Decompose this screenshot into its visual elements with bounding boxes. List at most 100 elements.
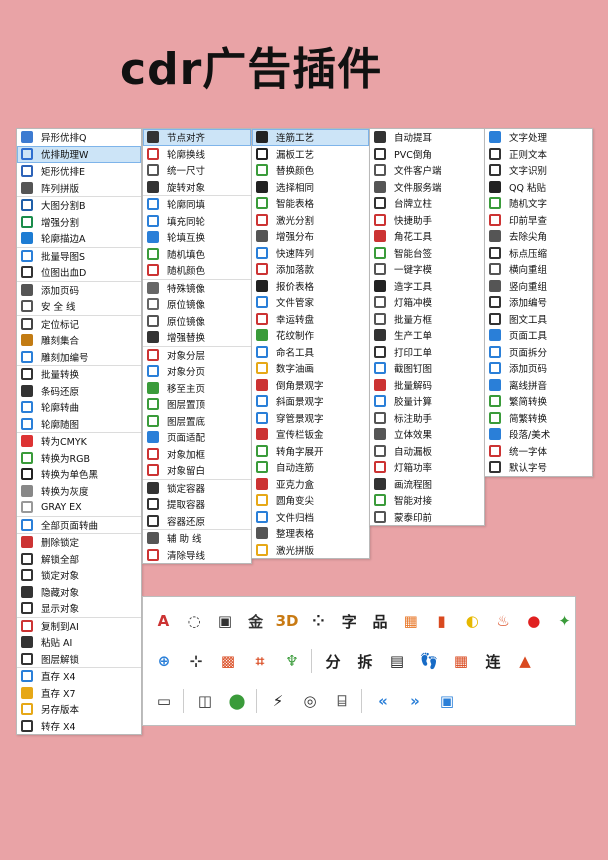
menu-item[interactable]: 造字工具 xyxy=(370,278,484,295)
menu-item[interactable]: 数字油画 xyxy=(252,360,369,377)
menu-item[interactable]: 图层置顶 xyxy=(143,396,251,413)
menu-item[interactable]: 对象留白 xyxy=(143,462,251,480)
menu-item[interactable]: 移至主页 xyxy=(143,380,251,397)
menu-item[interactable]: 正则文本 xyxy=(485,146,592,163)
dice-icon[interactable]: ⁘ xyxy=(308,610,329,632)
menu-item[interactable]: 统一尺寸 xyxy=(143,162,251,179)
menu-item[interactable]: 智能表格 xyxy=(252,195,369,212)
menu-item[interactable]: 自动漏板 xyxy=(370,443,484,460)
menu-item[interactable]: 文件归档 xyxy=(252,509,369,526)
red-grid-icon[interactable]: ▦ xyxy=(450,650,472,672)
menu-item[interactable]: 位图出血D xyxy=(17,264,141,282)
menu-item[interactable]: 特殊镜像 xyxy=(143,280,251,297)
menu-item[interactable]: 节点对齐 xyxy=(143,129,251,146)
menu-item[interactable]: 批量解码 xyxy=(370,377,484,394)
menu-item[interactable]: 激光分割 xyxy=(252,212,369,229)
menu-item[interactable]: 直存 X7 xyxy=(17,685,141,702)
menu-item[interactable]: 报价表格 xyxy=(252,278,369,295)
menu-item[interactable]: 随机填色 xyxy=(143,246,251,263)
menu-item[interactable]: 离线拼音 xyxy=(485,377,592,394)
menu-item[interactable]: 图层解锁 xyxy=(17,651,141,668)
menu-item[interactable]: 花纹制作 xyxy=(252,327,369,344)
menu-item[interactable]: 转存 X4 xyxy=(17,718,141,735)
menu-item[interactable]: 大图分割B xyxy=(17,197,141,214)
menu-item[interactable]: 连筋工艺 xyxy=(252,129,369,146)
menu-item[interactable]: 简繁转换 xyxy=(485,410,592,427)
menu-item[interactable]: 雕刻加编号 xyxy=(17,349,141,366)
balloon-icon[interactable]: ♨ xyxy=(493,610,514,632)
menu-item[interactable]: 定位标记 xyxy=(17,316,141,333)
menu-item[interactable]: 雕刻集合 xyxy=(17,332,141,349)
globe-icon[interactable]: ⊕ xyxy=(153,650,175,672)
ruler-icon[interactable]: ◫ xyxy=(194,690,216,712)
menu-item[interactable]: 异形优排Q xyxy=(17,129,141,146)
menu-item[interactable]: 亚克力盒 xyxy=(252,476,369,493)
barcode-tool-icon[interactable]: ⌸ xyxy=(331,690,353,712)
menu-item[interactable]: 添加编号 xyxy=(485,294,592,311)
menu-item[interactable]: 对象分层 xyxy=(143,347,251,364)
menu-item[interactable]: 智能台签 xyxy=(370,245,484,262)
menu-item[interactable]: 选择相同 xyxy=(252,179,369,196)
menu-item[interactable]: 清除导线 xyxy=(143,547,251,564)
menu-item[interactable]: 对象分页 xyxy=(143,363,251,380)
menu-item[interactable]: 随机文字 xyxy=(485,195,592,212)
plant-icon[interactable]: ♆ xyxy=(281,650,303,672)
comment-icon[interactable]: ▤ xyxy=(386,650,408,672)
red-dot-icon[interactable]: ● xyxy=(523,610,544,632)
menu-item[interactable]: 轮廓随图 xyxy=(17,416,141,433)
menu-item[interactable]: 条码还原 xyxy=(17,383,141,400)
printer-icon[interactable]: ▭ xyxy=(153,690,175,712)
menu-item[interactable]: 粘贴 AI xyxy=(17,634,141,651)
menu-item[interactable]: 文字处理 xyxy=(485,129,592,146)
menu-item[interactable]: 添加页码 xyxy=(17,282,141,299)
menu-item[interactable]: 页面拆分 xyxy=(485,344,592,361)
menu-item[interactable]: 台牌立柱 xyxy=(370,195,484,212)
menu-item[interactable]: 删除锁定 xyxy=(17,534,141,551)
menu-item[interactable]: 替换颜色 xyxy=(252,162,369,179)
menu-item[interactable]: 容器还原 xyxy=(143,513,251,530)
menu-item[interactable]: 转角字展开 xyxy=(252,443,369,460)
tag-icon[interactable]: ▮ xyxy=(431,610,452,632)
menu-item[interactable]: 旋转对象 xyxy=(143,179,251,196)
menu-item[interactable]: 竖向重组 xyxy=(485,278,592,295)
menu-item[interactable]: 默认字号 xyxy=(485,459,592,476)
menu-item[interactable]: 复制到AI xyxy=(17,618,141,635)
menu-item[interactable]: 灯箱冲模 xyxy=(370,294,484,311)
connect-text-icon[interactable]: 连 xyxy=(482,650,504,672)
menu-item[interactable]: 矩形优排E xyxy=(17,163,141,180)
menu-item[interactable]: 隐藏对象 xyxy=(17,584,141,601)
crop-icon[interactable]: ⌗ xyxy=(249,650,271,672)
footprint-icon[interactable]: 👣 xyxy=(418,650,440,672)
menu-item[interactable]: 增强分布 xyxy=(252,228,369,245)
menu-item[interactable]: 转换为单色黑 xyxy=(17,466,141,483)
menu-item[interactable]: 段落/美术 xyxy=(485,426,592,443)
menu-item[interactable]: 立体效果 xyxy=(370,426,484,443)
menu-item[interactable]: 斜面景观字 xyxy=(252,393,369,410)
color-circles-icon[interactable]: ⬤ xyxy=(226,690,248,712)
menu-item[interactable]: 随机颜色 xyxy=(143,262,251,280)
spiral-icon[interactable]: ◎ xyxy=(299,690,321,712)
menu-item[interactable]: 阵列拼版 xyxy=(17,180,141,197)
grid-text-icon[interactable]: 品 xyxy=(370,610,391,632)
tool-icon[interactable]: ⚡ xyxy=(267,690,289,712)
menu-item[interactable]: GRAY EX xyxy=(17,499,141,517)
menu-item[interactable]: 轮填互换 xyxy=(143,229,251,246)
menu-item[interactable]: 直存 X4 xyxy=(17,668,141,685)
forward-icon[interactable]: » xyxy=(404,690,426,712)
menu-item[interactable]: 自动连筋 xyxy=(252,459,369,476)
menu-item[interactable]: 激光拼版 xyxy=(252,542,369,559)
pagoda-icon[interactable]: ▲ xyxy=(514,650,536,672)
menu-item[interactable]: 全部页面转曲 xyxy=(17,517,141,534)
menu-item[interactable]: 打印工单 xyxy=(370,344,484,361)
menu-item[interactable]: 对象加框 xyxy=(143,446,251,463)
menu-item[interactable]: 文件管家 xyxy=(252,294,369,311)
menu-item[interactable]: 漏板工艺 xyxy=(252,146,369,163)
menu-item[interactable]: PVC倒角 xyxy=(370,146,484,163)
menu-item[interactable]: 灯箱功率 xyxy=(370,459,484,476)
menu-item[interactable]: 增强分割 xyxy=(17,214,141,231)
split-text-icon[interactable]: 分 xyxy=(322,650,344,672)
yellow-face-icon[interactable]: ◐ xyxy=(462,610,483,632)
menu-item[interactable]: 文件客户端 xyxy=(370,162,484,179)
menu-item[interactable]: 蒙泰印前 xyxy=(370,509,484,526)
menu-item[interactable]: 添加页码 xyxy=(485,360,592,377)
